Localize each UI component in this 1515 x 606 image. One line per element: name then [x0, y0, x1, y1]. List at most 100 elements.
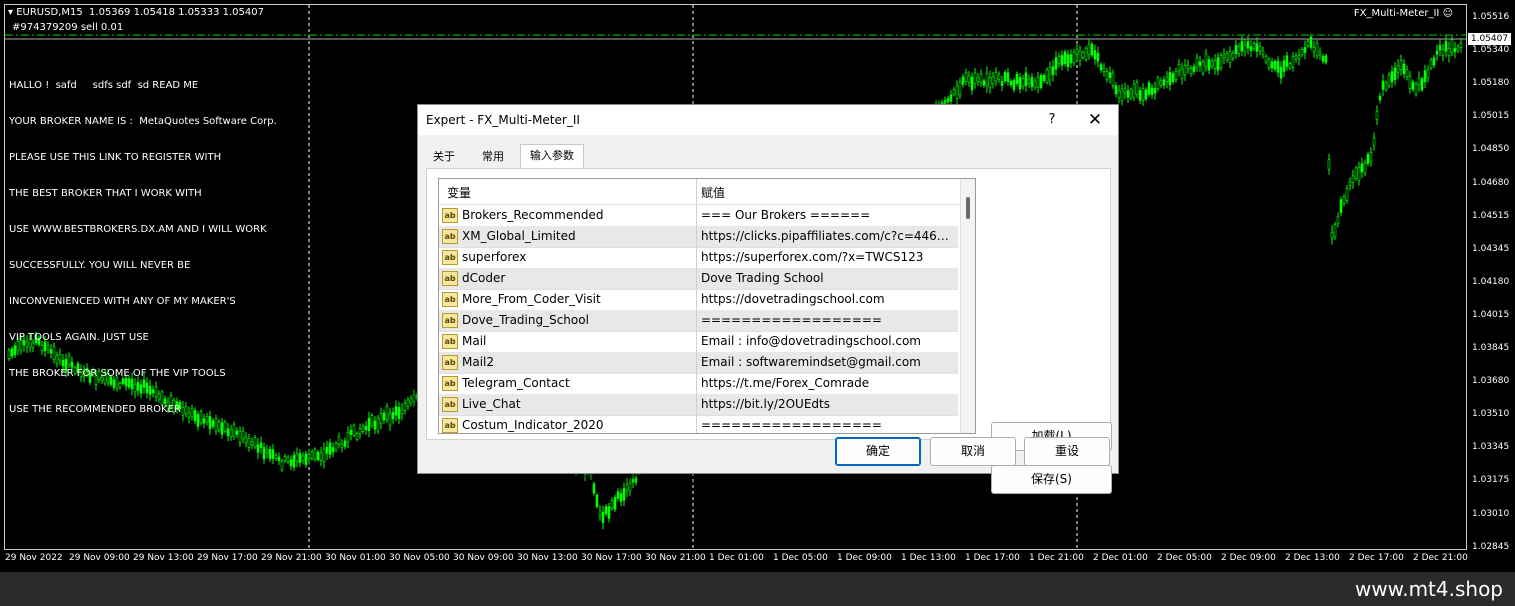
candle-body [1408, 75, 1412, 89]
candle-body [1369, 152, 1373, 162]
close-button[interactable]: ✕ [1082, 108, 1108, 132]
param-value[interactable]: Dove Trading School [701, 271, 953, 285]
order-label: #974379209 sell 0.01 [12, 22, 124, 33]
tab-common[interactable]: 常用 [472, 146, 514, 168]
time-tick-label: 2 Dec 09:00 [1221, 553, 1276, 563]
title-bar[interactable]: Expert - FX_Multi-Meter_II ? ✕ [418, 105, 1118, 135]
table-row[interactable]: ab XM_Global_Limited https://clicks.pipaff… [439, 226, 958, 248]
indicator-label[interactable]: FX_Multi-Meter_II ☺ [1354, 8, 1453, 20]
candle-body [1282, 60, 1286, 72]
tab-inputs[interactable]: 输入参数 [520, 144, 584, 169]
table-row[interactable]: ab Brokers_Recommended === Our Brokers ===… [439, 205, 958, 227]
table-row[interactable]: ab Costum_Indicator_2020 =================… [439, 415, 958, 433]
candle-body [361, 425, 365, 432]
string-type-icon: ab [442, 250, 458, 265]
string-type-icon: ab [442, 271, 458, 286]
candle-body [1024, 72, 1028, 87]
candle-body [1003, 72, 1007, 82]
candle-body [1072, 51, 1076, 64]
candle-body [283, 456, 287, 461]
candle-body [409, 398, 413, 404]
price-tick-label: 1.03345 [1472, 442, 1510, 453]
price-tick-label: 1.03680 [1472, 376, 1510, 387]
table-row[interactable]: ab Telegram_Contact https://t.me/Forex_Com… [439, 373, 958, 395]
string-type-icon: ab [442, 355, 458, 370]
table-row[interactable]: ab Live_Chat https://bit.ly/2OUEdts [439, 394, 958, 416]
table-row[interactable]: ab Mail2 Email : softwaremindset@gmail.com [439, 352, 958, 374]
candle-body [316, 451, 320, 460]
param-value[interactable]: Email : softwaremindset@gmail.com [701, 355, 953, 369]
candle-body [1129, 89, 1133, 99]
cancel-button[interactable]: 取消 [930, 437, 1016, 466]
time-tick-label: 30 Nov 21:00 [645, 553, 706, 563]
candle-body [1036, 77, 1040, 88]
column-divider[interactable] [696, 179, 697, 204]
table-row[interactable]: ab Mail Email : info@dovetradingschool.com [439, 331, 958, 353]
candle-body [976, 77, 980, 82]
param-value[interactable]: ================== [701, 313, 953, 327]
candle-body [1123, 88, 1127, 94]
candle-body [343, 440, 347, 447]
help-button[interactable]: ? [1042, 110, 1062, 130]
table-row[interactable]: ab superforex https://superforex.com/?x=TW… [439, 247, 958, 269]
candle-body [1291, 56, 1295, 68]
candle-body [625, 484, 629, 491]
candle-body [1066, 54, 1070, 67]
candle-body [298, 453, 302, 464]
table-row[interactable]: ab More_From_Coder_Visit https://dovetradi… [439, 289, 958, 311]
param-value[interactable]: ================== [701, 418, 953, 432]
param-value[interactable]: https://clicks.pipaffiliates.com/c?c=446… [701, 229, 953, 243]
candle-body [1372, 137, 1376, 146]
candle-body [1234, 44, 1238, 55]
ok-button[interactable]: 确定 [835, 437, 921, 466]
price-tick-label: 1.03010 [1472, 508, 1510, 519]
candle-body [1360, 163, 1364, 173]
comment-line: USE THE RECOMMENDED BROKER [9, 404, 181, 415]
candle-body [1204, 53, 1208, 67]
candle-body [1417, 77, 1421, 85]
param-value[interactable]: https://bit.ly/2OUEdts [701, 397, 953, 411]
time-tick-label: 30 Nov 05:00 [389, 553, 450, 563]
scrollbar-thumb[interactable] [966, 197, 970, 219]
tab-about[interactable]: 关于 [424, 146, 464, 168]
candle-body [1273, 61, 1277, 70]
symbol-quote: EURUSD,M15 1.05369 1.05418 1.05333 1.054… [16, 7, 264, 18]
param-variable: More_From_Coder_Visit [462, 292, 601, 306]
price-tick-label: 1.03175 [1472, 475, 1510, 486]
table-row[interactable]: ab dCoder Dove Trading School [439, 268, 958, 290]
indicator-name: FX_Multi-Meter_II [1353, 8, 1440, 19]
save-button[interactable]: 保存(S) [991, 465, 1112, 494]
reset-button[interactable]: 重设 [1024, 437, 1110, 466]
candle-body [1102, 67, 1106, 72]
time-tick-label: 1 Dec 01:00 [709, 553, 764, 563]
candle-body [397, 407, 401, 419]
time-tick-label: 30 Nov 17:00 [581, 553, 642, 563]
column-header-variable[interactable]: 变量 [447, 184, 471, 201]
table-scrollbar[interactable] [960, 179, 975, 433]
candle-body [967, 75, 971, 83]
table-row[interactable]: ab Dove_Trading_School ================== [439, 310, 958, 332]
param-value[interactable]: https://superforex.com/?x=TWCS123 [701, 250, 953, 264]
candle-body [1210, 60, 1214, 67]
cell-divider [696, 415, 697, 433]
time-tick-label: 29 Nov 17:00 [197, 553, 258, 563]
candle-body [1168, 72, 1172, 85]
candle-body [1321, 56, 1325, 62]
price-tick-label: 1.04515 [1472, 210, 1510, 221]
param-value[interactable]: https://t.me/Forex_Comrade [701, 376, 953, 390]
param-variable: Brokers_Recommended [462, 208, 604, 222]
price-tick-label: 1.04180 [1472, 276, 1510, 287]
time-tick-label: 30 Nov 09:00 [453, 553, 514, 563]
time-tick-label: 1 Dec 05:00 [773, 553, 828, 563]
string-type-icon: ab [442, 229, 458, 244]
column-header-value[interactable]: 赋值 [701, 184, 725, 201]
candle-body [1393, 67, 1397, 80]
param-value[interactable]: === Our Brokers ====== [701, 208, 953, 222]
candle-body [1090, 43, 1094, 56]
param-value[interactable]: Email : info@dovetradingschool.com [701, 334, 953, 348]
candle-body [1141, 88, 1145, 101]
param-value[interactable]: https://dovetradingschool.com [701, 292, 953, 306]
candle-body [280, 460, 284, 470]
candle-body [1219, 55, 1223, 69]
candle-body [1108, 72, 1112, 78]
